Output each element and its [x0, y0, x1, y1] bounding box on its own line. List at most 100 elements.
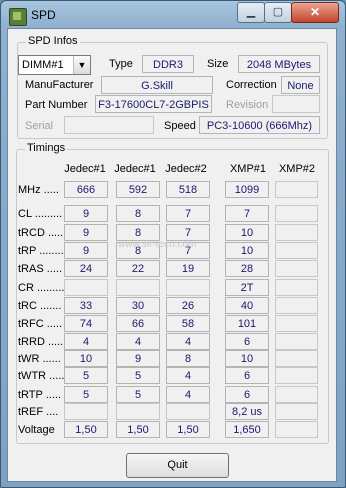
timing-row-label: tRCD ......	[18, 227, 67, 239]
timing-value-field: 4	[166, 367, 210, 384]
timing-column-header: Jedec#1	[114, 163, 156, 175]
size-label: Size	[207, 58, 229, 70]
timing-row-label: Voltage	[18, 424, 55, 436]
timing-value-field: 8,2 us	[225, 403, 269, 420]
timing-value-field: 22	[116, 260, 160, 277]
speed-field: PC3-10600 (666Mhz)	[199, 116, 320, 134]
timing-value-field: 28	[225, 260, 269, 277]
timing-value-field	[64, 279, 108, 296]
timing-value-field: 24	[64, 260, 108, 277]
timing-value-field: 4	[64, 333, 108, 350]
type-label: Type	[109, 58, 133, 70]
timing-row-label: tRAS .....	[18, 263, 63, 275]
timing-value-field: 1,50	[116, 421, 160, 438]
timing-value-field: 1,50	[166, 421, 210, 438]
timing-value-field	[275, 386, 318, 403]
timing-value-field: 5	[64, 367, 108, 384]
serial-label: Serial	[25, 120, 54, 132]
timing-value-field: 1,650	[225, 421, 269, 438]
revision-field	[272, 95, 320, 113]
timing-value-field: 5	[64, 386, 108, 403]
minimize-button[interactable]: ▁	[237, 2, 265, 23]
maximize-button[interactable]: ▢	[264, 2, 292, 23]
timing-value-field: 6	[225, 333, 269, 350]
type-field: DDR3	[142, 55, 194, 73]
timing-value-field: 8	[166, 350, 210, 367]
chevron-down-icon[interactable]: ▼	[73, 56, 90, 74]
timing-row-label: tRRD .....	[18, 336, 64, 348]
timing-value-field: 4	[166, 333, 210, 350]
spd-infos-label: SPD Infos	[26, 35, 80, 47]
timing-value-field: 518	[166, 181, 210, 198]
timing-value-field: 666	[64, 181, 108, 198]
timing-value-field: 5	[116, 367, 160, 384]
correction-field: None	[281, 76, 320, 94]
timing-value-field	[275, 315, 318, 332]
timing-row-label: tWR ......	[18, 353, 61, 365]
timing-value-field: 1,50	[64, 421, 108, 438]
correction-label: Correction	[226, 79, 277, 91]
spd-app-icon	[9, 8, 27, 26]
timing-value-field: 33	[64, 297, 108, 314]
timing-value-field: 7	[225, 205, 269, 222]
timings-label: Timings	[25, 142, 68, 154]
timing-value-field: 6	[225, 386, 269, 403]
timing-value-field: 9	[116, 350, 160, 367]
timing-value-field: 9	[64, 242, 108, 259]
timing-value-field: 9	[64, 224, 108, 241]
serial-field	[64, 116, 154, 134]
timing-row-label: tREF ....	[18, 406, 59, 418]
timing-value-field: 101	[225, 315, 269, 332]
timing-value-field	[275, 367, 318, 384]
timing-value-field	[275, 333, 318, 350]
timing-row-label: tRC .......	[18, 300, 62, 312]
timing-row-label: CL .........	[18, 208, 63, 220]
timing-value-field	[275, 403, 318, 420]
timing-value-field: 9	[64, 205, 108, 222]
timing-value-field	[275, 260, 318, 277]
timing-value-field: 58	[166, 315, 210, 332]
timing-value-field: 10	[64, 350, 108, 367]
timing-value-field	[275, 279, 318, 296]
timing-column-header: Jedec#1	[64, 163, 106, 175]
timing-value-field: 8	[116, 205, 160, 222]
timing-value-field: 10	[225, 242, 269, 259]
timing-value-field	[275, 224, 318, 241]
dimm-slot-select[interactable]: DIMM#1 ▼	[18, 55, 91, 75]
timing-value-field	[116, 279, 160, 296]
timing-value-field: 10	[225, 224, 269, 241]
timing-value-field: 4	[166, 386, 210, 403]
timing-value-field	[275, 181, 318, 198]
timing-value-field	[275, 421, 318, 438]
part-number-label: Part Number	[25, 99, 88, 111]
timing-value-field: 19	[166, 260, 210, 277]
part-number-field: F3-17600CL7-2GBPIS	[95, 95, 212, 113]
timing-row-label: MHz .....	[18, 184, 59, 196]
manufacturer-field: G.Skill	[101, 76, 213, 94]
title-bar[interactable]: SPD ▁ ▢ ✕	[1, 1, 345, 29]
timing-value-field: 7	[166, 205, 210, 222]
timing-value-field	[275, 242, 318, 259]
timing-value-field	[166, 403, 210, 420]
timing-row-label: tRTP .....	[18, 389, 61, 401]
timing-value-field	[275, 297, 318, 314]
window-title: SPD	[31, 8, 56, 22]
revision-label: Revision	[226, 99, 269, 111]
timing-value-field: 6	[225, 367, 269, 384]
timing-value-field: 26	[166, 297, 210, 314]
close-button[interactable]: ✕	[291, 2, 339, 23]
timing-value-field: 10	[225, 350, 269, 367]
timing-value-field	[64, 403, 108, 420]
timing-value-field: 1099	[225, 181, 269, 198]
timing-row-label: tWTR .....	[18, 370, 65, 382]
quit-button[interactable]: Quit	[126, 453, 229, 478]
watermark-text: www.sir-tech.com	[118, 239, 197, 250]
timing-value-field: 40	[225, 297, 269, 314]
timing-row-label: CR .........	[18, 282, 65, 294]
timing-row-label: tRFC .....	[18, 318, 62, 330]
manufacturer-label: ManuFacturer	[25, 79, 94, 91]
timing-column-header: XMP#1	[229, 163, 267, 175]
timing-value-field	[116, 403, 160, 420]
timing-value-field: 5	[116, 386, 160, 403]
speed-label: Speed	[164, 120, 196, 132]
